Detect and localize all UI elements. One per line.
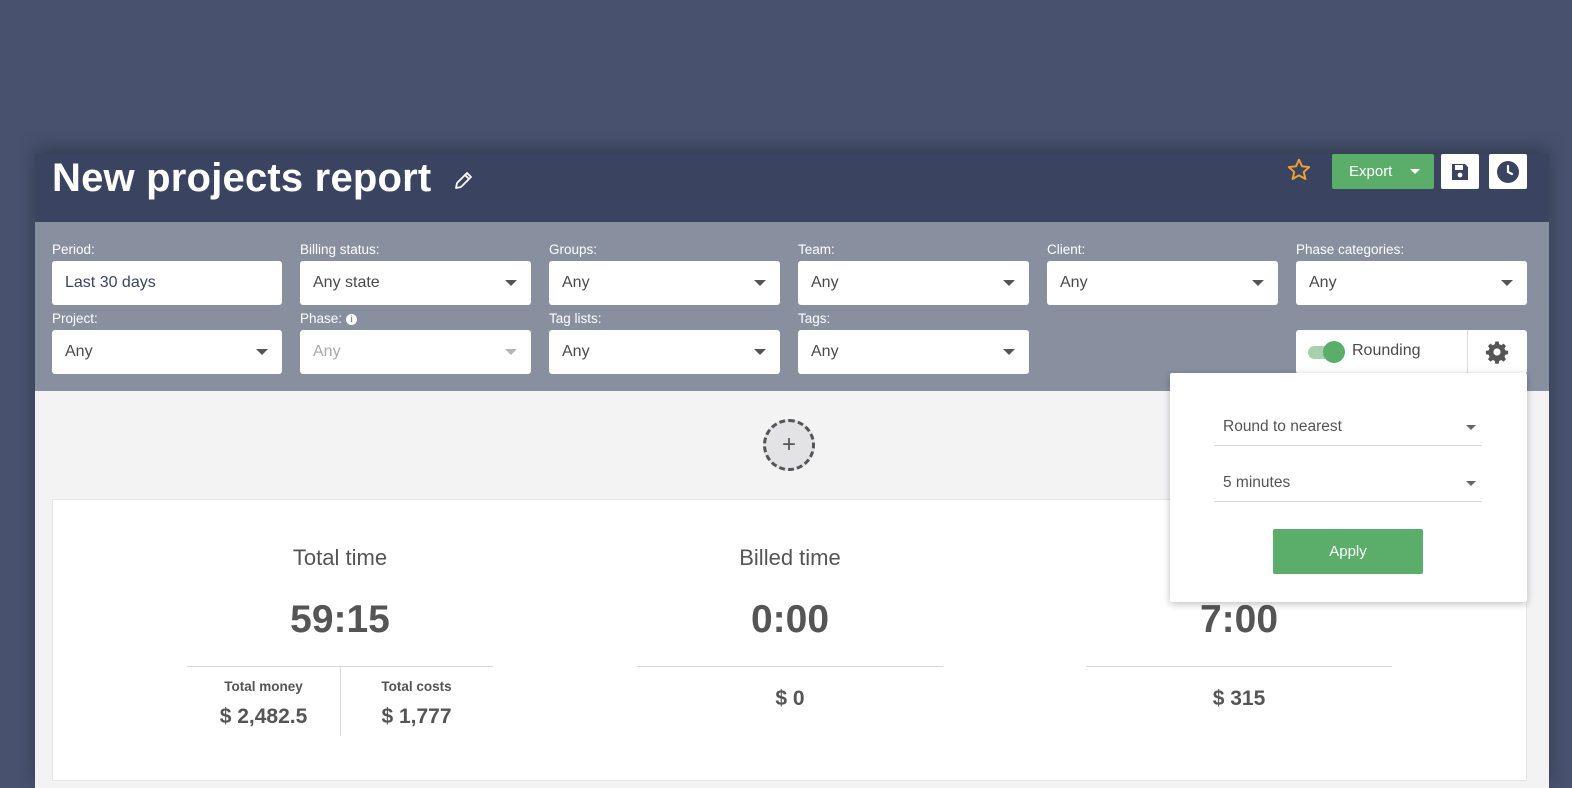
client-value: Any <box>1060 274 1088 291</box>
total-money: Total money $ 2,482.5 <box>187 677 340 729</box>
rounding-interval-value: 5 minutes <box>1223 473 1291 491</box>
clock-icon <box>1497 160 1519 183</box>
tags-label: Tags: <box>798 311 831 326</box>
rounding-mode-value: Round to nearest <box>1223 417 1342 435</box>
project-label: Project: <box>52 311 98 326</box>
rounding-control: Rounding <box>1296 330 1527 374</box>
total-costs-label: Total costs <box>381 679 452 694</box>
rounding-toggle[interactable] <box>1308 341 1345 363</box>
team-select[interactable]: Any <box>798 261 1029 305</box>
tag-lists-select[interactable]: Any <box>549 330 780 374</box>
client-label: Client: <box>1047 242 1086 257</box>
tags-value: Any <box>811 343 839 360</box>
rounding-mode-select[interactable]: Round to nearest <box>1214 408 1482 446</box>
rounding-label: Rounding <box>1352 342 1421 359</box>
chevron-down-icon <box>754 349 766 355</box>
billing-status-select[interactable]: Any state <box>300 261 531 305</box>
tag-lists-value: Any <box>562 343 590 360</box>
phase-categories-select[interactable]: Any <box>1296 261 1527 305</box>
team-value: Any <box>811 274 839 291</box>
phase-categories-label: Phase categories: <box>1296 242 1405 257</box>
gear-icon[interactable] <box>1485 340 1509 364</box>
stat-title: Total time <box>292 545 388 570</box>
apply-button[interactable]: Apply <box>1273 529 1423 574</box>
chevron-down-icon <box>1003 280 1015 286</box>
billing-status-label: Billing status: <box>300 242 380 257</box>
star-icon[interactable] <box>1286 157 1312 183</box>
report-header: New projects report Export <box>35 154 1549 222</box>
team-label: Team: <box>798 242 835 257</box>
chevron-down-icon <box>256 349 268 355</box>
chevron-down-icon <box>1410 169 1420 174</box>
chevron-down-icon <box>754 280 766 286</box>
phase-label: Phase: <box>300 311 343 326</box>
period-label: Period: <box>52 242 95 257</box>
page-title: New projects report <box>52 156 432 200</box>
history-button[interactable] <box>1489 154 1527 189</box>
chevron-down-icon <box>505 349 517 355</box>
save-button[interactable] <box>1441 154 1479 189</box>
phase-label-group: Phase: i <box>300 311 358 326</box>
total-costs: Total costs $ 1,777 <box>340 677 493 729</box>
groups-label: Groups: <box>549 242 598 257</box>
stat-money: $ 0 <box>775 687 805 710</box>
project-value: Any <box>65 343 93 360</box>
billing-status-value: Any state <box>313 274 380 291</box>
total-money-value: $ 2,482.5 <box>219 705 308 728</box>
chevron-down-icon <box>1252 280 1264 286</box>
groups-value: Any <box>562 274 590 291</box>
chevron-down-icon <box>1466 425 1476 430</box>
divider <box>637 666 943 667</box>
phase-categories-value: Any <box>1309 274 1337 291</box>
phase-value: Any <box>313 343 341 360</box>
rounding-settings-popup: Round to nearest 5 minutes Apply <box>1170 373 1527 602</box>
chevron-down-icon <box>1003 349 1015 355</box>
rounding-interval-select[interactable]: 5 minutes <box>1214 464 1482 502</box>
phase-select: Any <box>300 330 531 374</box>
save-icon <box>1452 163 1468 180</box>
chevron-down-icon <box>505 280 517 286</box>
stat-title: Billed time <box>739 545 841 570</box>
edit-icon[interactable] <box>452 168 476 192</box>
info-icon[interactable]: i <box>346 313 358 325</box>
tag-lists-label: Tag lists: <box>549 311 602 326</box>
client-select[interactable]: Any <box>1047 261 1278 305</box>
period-value: Last 30 days <box>65 274 156 291</box>
stat-value: 7:00 <box>1199 598 1279 641</box>
filters-panel: Period: Last 30 days Billing status: Any… <box>35 222 1549 391</box>
total-money-label: Total money <box>224 679 303 694</box>
groups-select[interactable]: Any <box>549 261 780 305</box>
plus-icon: + <box>781 431 796 458</box>
total-costs-value: $ 1,777 <box>381 705 452 728</box>
stat-money: $ 315 <box>1212 687 1266 710</box>
toggle-knob <box>1323 341 1345 363</box>
stat-value: 0:00 <box>750 598 830 641</box>
export-button[interactable]: Export <box>1332 154 1434 189</box>
chevron-down-icon <box>1466 481 1476 486</box>
chevron-down-icon <box>1501 280 1513 286</box>
export-label: Export <box>1349 163 1393 180</box>
period-field[interactable]: Last 30 days <box>52 261 282 305</box>
project-select[interactable]: Any <box>52 330 282 374</box>
stat-value: 59:15 <box>290 598 390 641</box>
divider <box>1086 666 1392 667</box>
tags-select[interactable]: Any <box>798 330 1029 374</box>
add-widget-button[interactable]: + <box>763 419 815 471</box>
divider <box>1467 330 1468 374</box>
